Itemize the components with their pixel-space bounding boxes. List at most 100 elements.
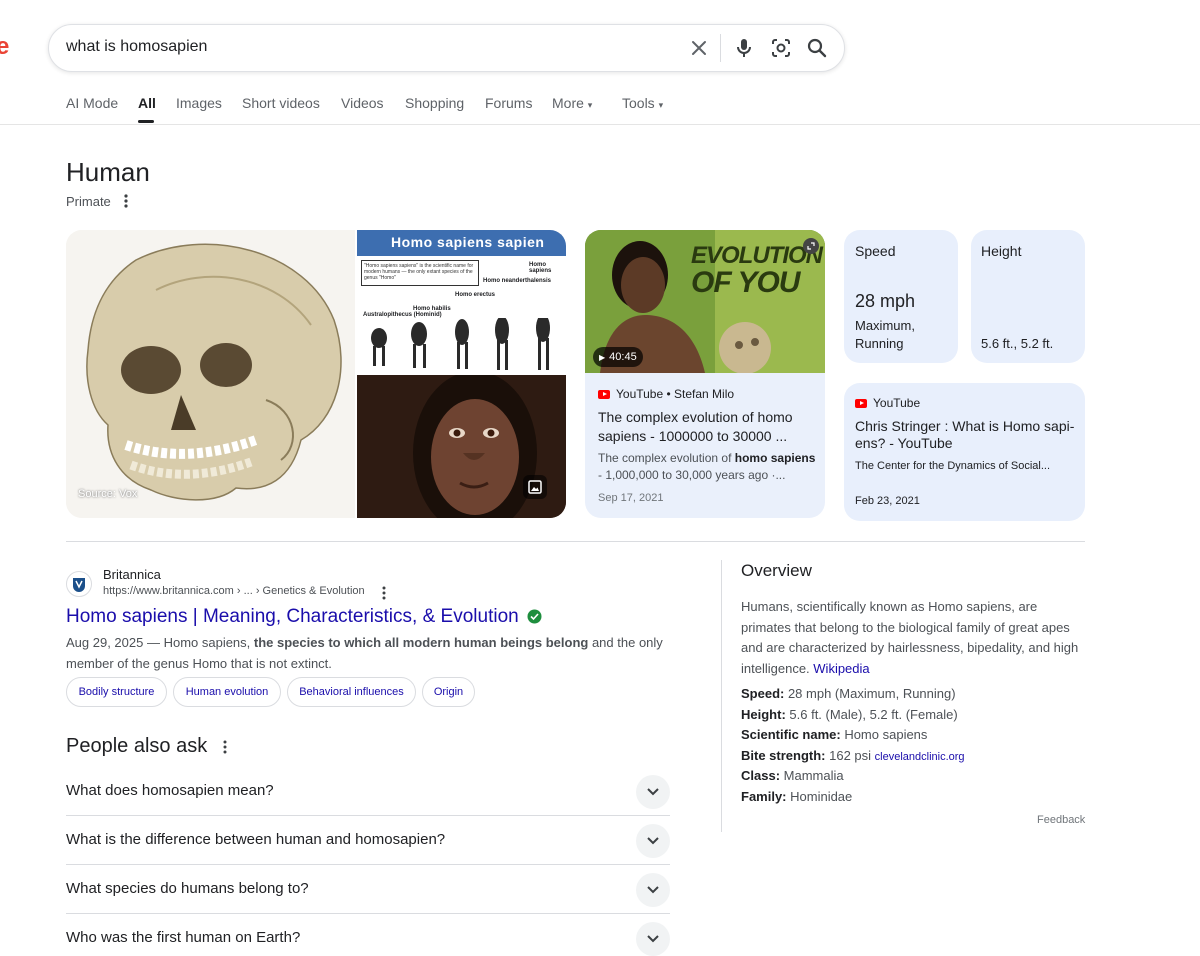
section-divider	[66, 541, 1085, 542]
video-date: Sep 17, 2021	[598, 492, 664, 504]
play-icon: ▶	[599, 352, 606, 362]
chip-human-evolution[interactable]: Human evolution	[173, 677, 281, 707]
youtube-date: Feb 23, 2021	[855, 495, 920, 507]
search-icon[interactable]	[803, 34, 831, 62]
fact-label: Bite strength:	[741, 748, 826, 763]
site-url[interactable]: https://www.britannica.com › ... › Genet…	[103, 585, 365, 597]
panel-divider	[721, 560, 722, 832]
microphone-icon[interactable]	[730, 34, 758, 62]
tab-forums[interactable]: Forums	[485, 95, 532, 111]
result-title[interactable]: Homo sapiens | Meaning, Characteristics,…	[66, 606, 542, 630]
video-desc-suffix: - 1,000,000 to 30,000 years ago ·...	[598, 468, 786, 482]
wikipedia-link[interactable]: Wikipedia	[813, 661, 869, 676]
video-description: The complex evolution of homo sapiens - …	[598, 450, 820, 484]
tab-more-label: More	[552, 95, 584, 111]
fact-speed: Speed: 28 mph (Maximum, Running)	[741, 686, 956, 701]
evolution-chart-image[interactable]: Homo sapiens sapien "Homo sapiens sapien…	[357, 230, 566, 373]
site-name[interactable]: Britannica	[103, 567, 161, 582]
homo-face-image[interactable]	[357, 375, 566, 518]
youtube-icon	[855, 398, 867, 408]
result-options-icon[interactable]	[378, 585, 390, 601]
video-source-row: YouTube • Stefan Milo	[598, 387, 825, 401]
clear-icon[interactable]	[685, 34, 713, 62]
tab-more[interactable]: More ▾	[552, 95, 592, 111]
fact-label: Height:	[741, 707, 786, 722]
caret-down-icon: ▾	[658, 100, 664, 110]
chevron-down-icon[interactable]	[636, 824, 670, 858]
fact-label: Speed:	[741, 686, 785, 701]
paa-question-text: What does homosapien mean?	[66, 782, 274, 799]
clevelandclinic-link[interactable]: clevelandclinic.org	[875, 751, 965, 763]
youtube-card[interactable]: YouTube Chris Stringer : What is Homo sa…	[844, 383, 1085, 521]
chip-origin[interactable]: Origin	[422, 677, 475, 707]
feedback-link[interactable]: Feedback	[1037, 814, 1085, 826]
tab-tools[interactable]: Tools ▾	[622, 95, 663, 111]
expand-icon[interactable]	[803, 238, 819, 254]
duration-text: 40:45	[609, 351, 637, 363]
fact-label: Family:	[741, 789, 787, 804]
tab-images[interactable]: Images	[176, 95, 222, 111]
verified-icon	[527, 608, 542, 630]
height-label: Height	[981, 243, 1022, 259]
tab-short-videos[interactable]: Short videos	[242, 95, 320, 111]
search-input[interactable]: what is homosapien	[66, 38, 207, 56]
paa-options-icon[interactable]	[219, 739, 231, 755]
fact-class: Class: Mammalia	[741, 768, 844, 783]
tab-ai-mode[interactable]: AI Mode	[66, 95, 118, 111]
paa-question[interactable]: What does homosapien mean?	[66, 767, 670, 816]
duration-badge: ▶ 40:45	[593, 347, 643, 367]
google-logo-fragment[interactable]: e	[0, 35, 9, 59]
tab-shopping[interactable]: Shopping	[405, 95, 464, 111]
skull-image[interactable]: Source: Vox	[66, 230, 355, 518]
video-card[interactable]: EVOLUTION OF YOU ▶ 40:45 YouTube • Stefan…	[585, 230, 825, 518]
video-title[interactable]: The complex evolution of homo sapiens - …	[598, 408, 808, 446]
height-card[interactable]: Height 5.6 ft., 5.2 ft.	[971, 230, 1085, 363]
chevron-down-icon[interactable]	[636, 922, 670, 956]
search-separator	[720, 34, 721, 62]
fact-label: Class:	[741, 768, 781, 783]
snippet-date: Aug 29, 2025 — Homo sapiens,	[66, 635, 254, 650]
speed-card[interactable]: Speed 28 mph Maximum, Running	[844, 230, 958, 363]
height-value: 5.6 ft., 5.2 ft.	[981, 336, 1054, 351]
video-desc-prefix: The complex evolution of	[598, 451, 735, 465]
chip-bodily-structure[interactable]: Bodily structure	[66, 677, 167, 707]
caret-down-icon: ▾	[587, 100, 593, 110]
overview-text: Humans, scientifically known as Homo sap…	[741, 597, 1086, 679]
header-divider	[0, 124, 1200, 125]
paa-question[interactable]: What is the difference between human and…	[66, 816, 670, 865]
image-gallery-icon[interactable]	[523, 475, 547, 499]
tab-all[interactable]: All	[138, 95, 156, 111]
video-source: YouTube • Stefan Milo	[616, 387, 735, 401]
more-options-icon[interactable]	[120, 192, 132, 210]
britannica-favicon[interactable]	[66, 571, 92, 597]
fact-value: 28 mph (Maximum, Running)	[784, 686, 956, 701]
chevron-down-icon[interactable]	[636, 775, 670, 809]
speed-detail: Maximum,	[855, 318, 915, 333]
chart-label: Homo sapiens	[529, 262, 552, 274]
lens-icon[interactable]	[767, 34, 795, 62]
tab-videos[interactable]: Videos	[341, 95, 384, 111]
entity-subtitle: Primate	[66, 194, 111, 209]
snippet-bold: the species to which all modern human be…	[253, 635, 589, 650]
paa-title: People also ask	[66, 735, 208, 757]
fact-value: 5.6 ft. (Male), 5.2 ft. (Female)	[785, 707, 958, 722]
fact-label: Scientific name:	[741, 727, 841, 742]
paa-question[interactable]: What species do humans belong to?	[66, 865, 670, 914]
paa-question-text: What is the difference between human and…	[66, 831, 446, 848]
video-thumbnail[interactable]: EVOLUTION OF YOU ▶ 40:45	[585, 230, 825, 373]
speed-detail: Running	[855, 336, 904, 351]
overview-description: Humans, scientifically known as Homo sap…	[741, 599, 1079, 676]
chevron-down-icon[interactable]	[636, 873, 670, 907]
result-title-text[interactable]: Homo sapiens | Meaning, Characteristics,…	[66, 606, 519, 627]
speed-value: 28 mph	[855, 291, 916, 311]
fact-family: Family: Hominidae	[741, 789, 852, 804]
fact-value: Homo sapiens	[840, 727, 928, 742]
youtube-source: YouTube	[873, 396, 921, 410]
paa-question[interactable]: Who was the first human on Earth?	[66, 914, 670, 956]
active-tab-indicator	[138, 120, 154, 123]
fact-scientific-name: Scientific name: Homo sapiens	[741, 727, 927, 742]
speed-label: Speed	[855, 243, 896, 259]
chip-behavioral-influences[interactable]: Behavioral influences	[287, 677, 416, 707]
fact-value: Hominidae	[786, 789, 853, 804]
chart-label: Homo neanderthalensis	[483, 278, 552, 284]
